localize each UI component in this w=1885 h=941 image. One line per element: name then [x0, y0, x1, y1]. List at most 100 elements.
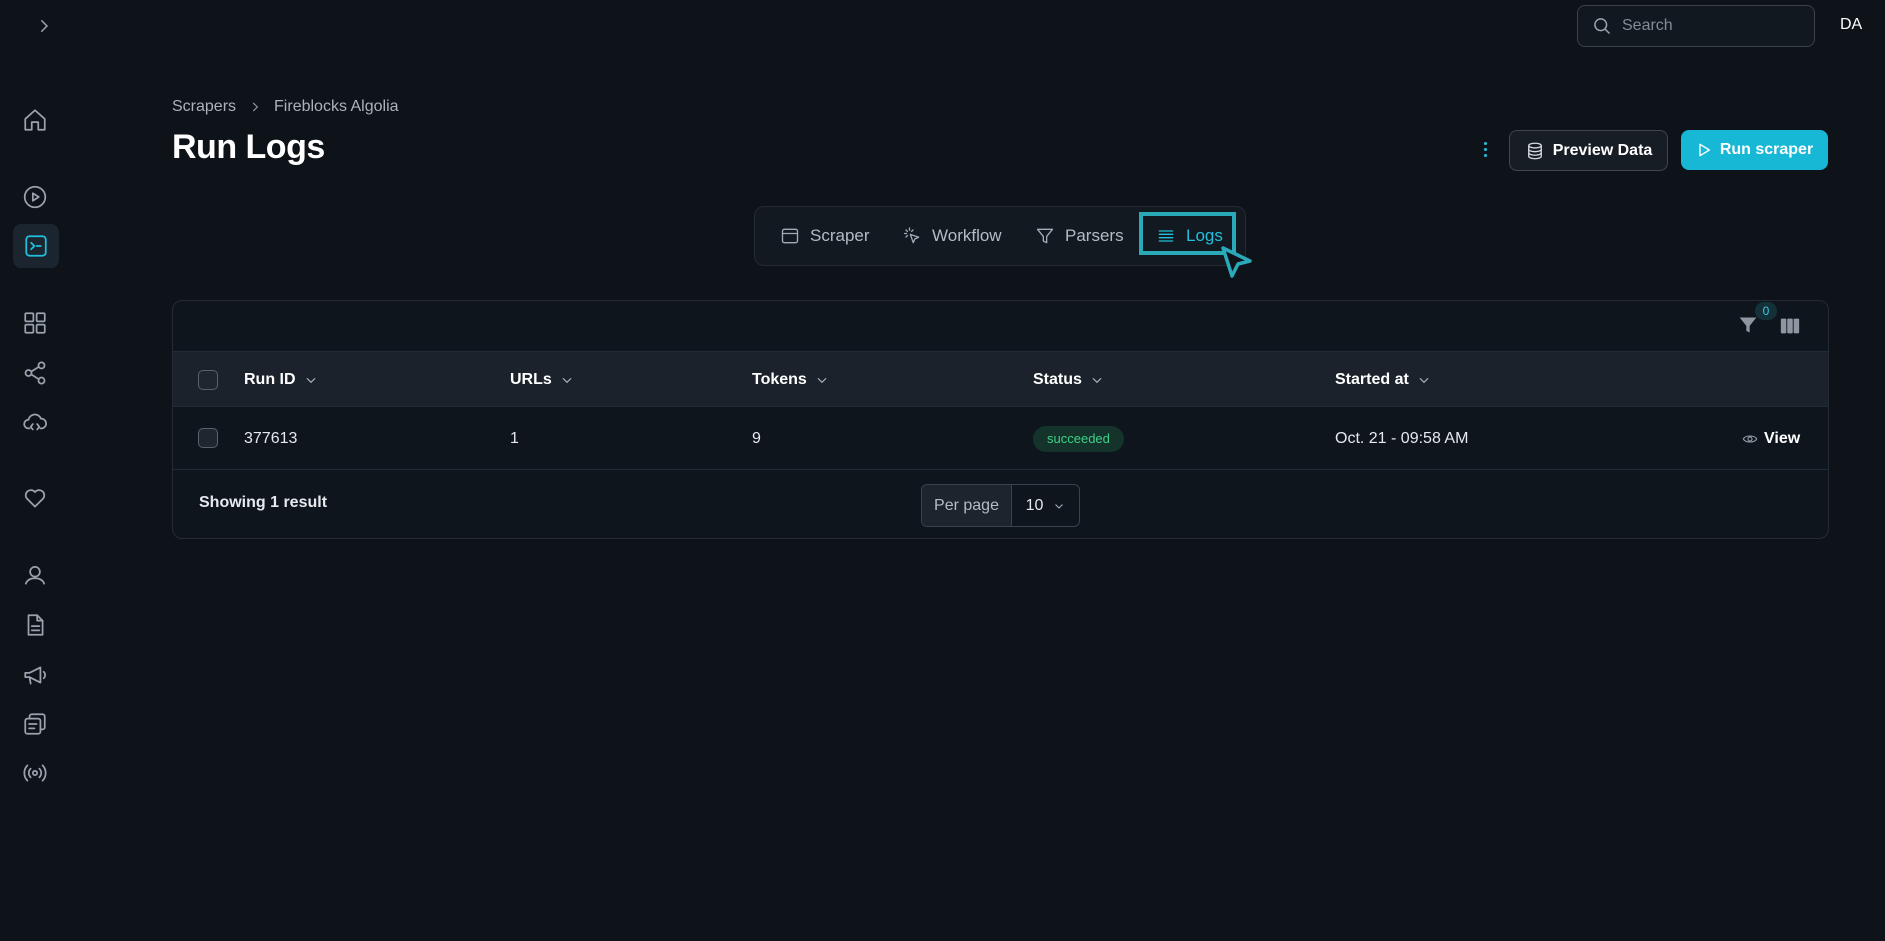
table-header: Run ID URLs Tokens Status Started at [173, 351, 1828, 407]
tab-logs[interactable]: Logs [1156, 217, 1223, 255]
cell-status: succeeded [1033, 407, 1124, 470]
tab-scraper[interactable]: Scraper [780, 217, 870, 255]
preview-data-button[interactable]: Preview Data [1509, 130, 1668, 171]
chevron-down-icon [562, 377, 572, 384]
run-scraper-label: Run scraper [1719, 141, 1814, 158]
sidebar-item-api[interactable] [19, 407, 51, 439]
tab-workflow-label: Workflow [932, 226, 1002, 245]
cell-tokens: 9 [752, 429, 761, 447]
table-row[interactable]: 377613 1 9 succeeded Oct. 21 - 09:58 AM … [173, 407, 1828, 470]
chevron-down-icon [1419, 377, 1429, 384]
play-icon [1699, 143, 1710, 157]
column-label: Run ID [244, 371, 296, 388]
column-label: Tokens [752, 371, 807, 388]
kebab-dot [1483, 147, 1487, 151]
search-icon [1594, 18, 1611, 35]
column-label: URLs [510, 371, 552, 388]
filter-icon [1739, 317, 1757, 333]
more-options-button[interactable] [1475, 136, 1495, 162]
tab-parsers-label: Parsers [1065, 226, 1124, 245]
grid-icon [24, 312, 46, 334]
run-scraper-button[interactable]: Run scraper [1681, 130, 1828, 170]
tab-parsers[interactable]: Parsers [1035, 217, 1124, 255]
cloud-code-icon [23, 413, 47, 431]
copy-icon [24, 713, 46, 735]
expand-sidebar-button[interactable] [32, 14, 56, 38]
play-circle-icon [23, 185, 47, 209]
home-icon [24, 109, 46, 131]
broadcast-icon [23, 764, 47, 782]
view-run-link[interactable]: View [1742, 430, 1800, 448]
sidebar [0, 0, 72, 941]
chevron-down-icon [306, 377, 316, 384]
page-title: Run Logs [172, 128, 325, 166]
tab-scraper-label: Scraper [810, 226, 870, 245]
columns-icon [1780, 318, 1800, 334]
user-icon [24, 566, 46, 585]
sidebar-item-dashboard[interactable] [19, 307, 51, 339]
eye-icon [1742, 434, 1758, 443]
sidebar-item-announcements[interactable] [19, 659, 51, 691]
sidebar-item-favorites[interactable] [19, 482, 51, 514]
per-page-value: 10 [1025, 496, 1044, 514]
document-icon [27, 614, 44, 636]
terminal-icon [25, 235, 47, 257]
sidebar-item-home[interactable] [19, 104, 51, 136]
cell-run-id: 377613 [244, 429, 298, 447]
sidebar-item-account[interactable] [19, 559, 51, 591]
status-badge: succeeded [1033, 425, 1124, 452]
sidebar-item-templates[interactable] [19, 708, 51, 740]
chevron-down-icon [1055, 503, 1064, 509]
column-header-run-id[interactable]: Run ID [244, 352, 318, 408]
column-label: Started at [1335, 371, 1409, 388]
breadcrumb-current: Fireblocks Algolia [274, 98, 399, 115]
result-count: Showing 1 result [199, 494, 328, 511]
per-page-label: Per page [922, 485, 1012, 526]
breadcrumb-scrapers-link[interactable]: Scrapers [172, 98, 236, 116]
cell-started-at: Oct. 21 - 09:58 AM [1335, 429, 1469, 447]
sidebar-item-scrapers[interactable] [13, 224, 59, 268]
per-page-select[interactable]: 10 [1012, 485, 1079, 526]
column-header-started-at[interactable]: Started at [1335, 352, 1431, 408]
filter-icon [1036, 228, 1054, 244]
select-all-checkbox[interactable] [198, 370, 218, 390]
column-header-urls[interactable]: URLs [510, 352, 574, 408]
tab-bar: Scraper Workflow Parsers Logs [754, 206, 1246, 266]
sidebar-item-status[interactable] [19, 757, 51, 789]
pointer-click-icon [903, 227, 920, 244]
search-box[interactable] [1577, 5, 1815, 47]
kebab-dot [1483, 153, 1487, 157]
chevron-down-icon [1092, 377, 1102, 384]
list-icon [1158, 230, 1174, 242]
table-footer: Showing 1 result Per page 10 [173, 470, 1828, 540]
kebab-dot [1483, 141, 1487, 145]
avatar[interactable]: DA [1840, 16, 1862, 34]
chevron-right-icon [252, 102, 259, 112]
column-label: Status [1033, 371, 1082, 388]
breadcrumb: Scrapers Fireblocks Algolia [172, 98, 399, 116]
megaphone-icon [24, 666, 46, 685]
cell-urls: 1 [510, 429, 519, 447]
chevron-down-icon [817, 377, 827, 384]
share-icon [24, 361, 46, 385]
preview-data-label: Preview Data [1552, 141, 1653, 159]
table-toolbar: 0 [173, 301, 1828, 351]
per-page-control: Per page 10 [921, 484, 1080, 527]
sidebar-item-runs[interactable] [19, 181, 51, 213]
tab-workflow[interactable]: Workflow [902, 217, 1002, 255]
window-icon [781, 228, 799, 244]
search-input[interactable] [1622, 17, 1792, 35]
chevron-right-icon [41, 20, 49, 32]
columns-toggle-button[interactable] [1779, 315, 1803, 339]
row-checkbox[interactable] [198, 428, 218, 448]
view-label: View [1764, 429, 1801, 447]
filter-count-badge: 0 [1755, 302, 1777, 320]
sidebar-item-integrations[interactable] [19, 357, 51, 389]
run-logs-table-card: 0 Run ID URLs Tokens Status Started at 3 [172, 300, 1829, 539]
sidebar-item-docs[interactable] [19, 609, 51, 641]
cell-actions: View [1742, 407, 1800, 470]
column-header-tokens[interactable]: Tokens [752, 352, 829, 408]
database-icon [1527, 142, 1542, 159]
column-header-status[interactable]: Status [1033, 352, 1104, 408]
heart-icon [24, 489, 46, 508]
